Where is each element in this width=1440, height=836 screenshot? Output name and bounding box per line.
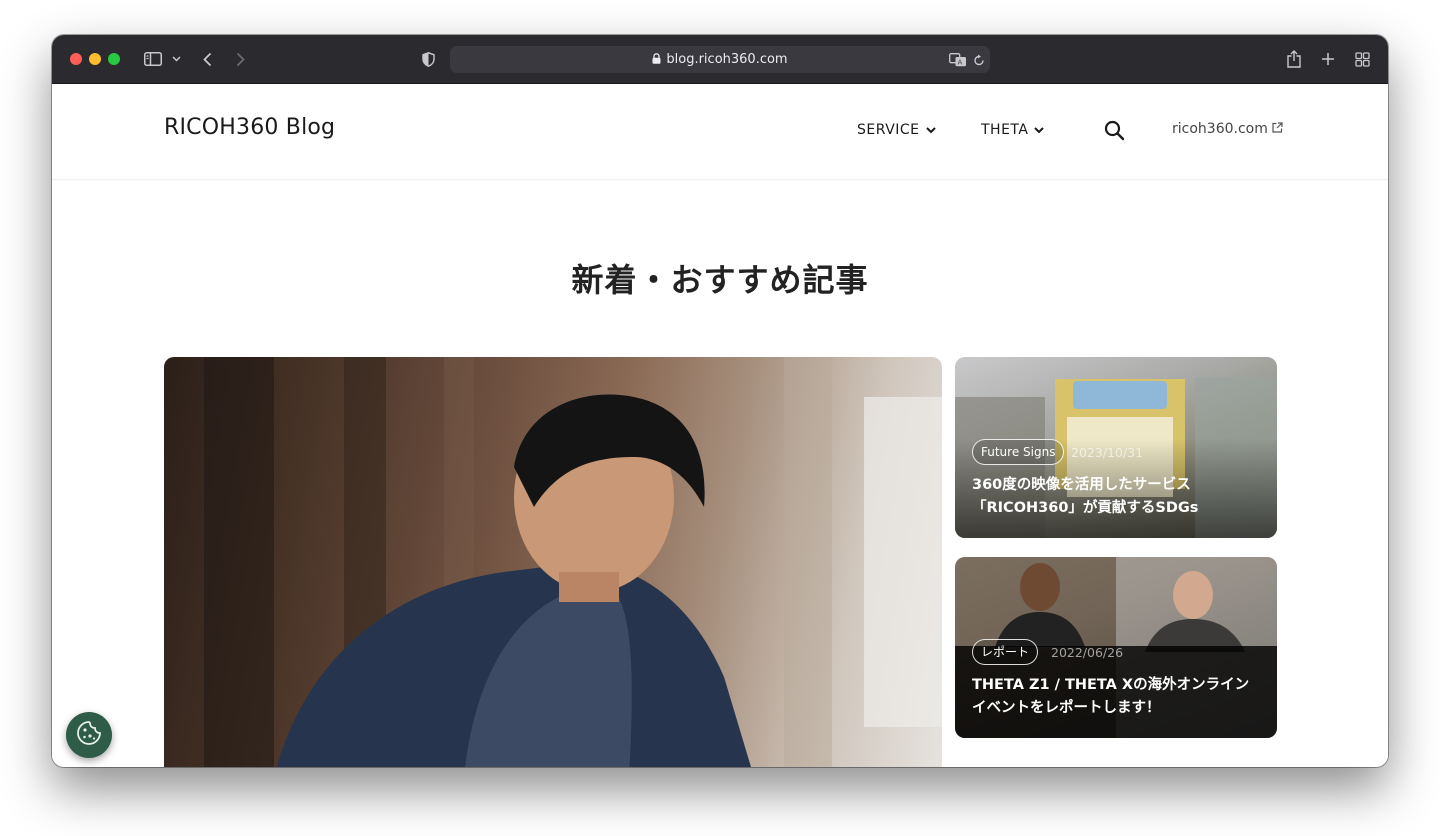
article-card[interactable]: Future Signs 2023/10/31 360度の映像を活用したサービス… xyxy=(955,357,1277,538)
nav-theta-label: THETA xyxy=(981,122,1029,138)
site-logo[interactable]: RICOH360 Blog xyxy=(164,115,335,140)
external-link-icon xyxy=(1272,121,1283,137)
featured-article-image[interactable] xyxy=(164,357,942,767)
main-content: 新着・おすすめ記事 Future Signs 2023/10/31 360度の映… xyxy=(52,181,1388,767)
sidebar-toggle-icon[interactable] xyxy=(142,48,164,70)
search-icon[interactable] xyxy=(1104,120,1125,146)
article-date: 2023/10/31 xyxy=(1071,445,1144,460)
url-text: blog.ricoh360.com xyxy=(666,52,788,67)
category-tag[interactable]: レポート xyxy=(972,639,1039,665)
article-title[interactable]: THETA Z1 / THETA Xの海外オンラインイベントをレポートします！ xyxy=(972,674,1262,720)
new-tab-plus-icon[interactable] xyxy=(1319,48,1337,70)
article-title[interactable]: 360度の映像を活用したサービス「RICOH360」が貢献するSDGs xyxy=(972,474,1262,520)
nav-service[interactable]: SERVICE xyxy=(857,122,936,138)
cookie-settings-button[interactable] xyxy=(66,712,112,758)
section-title: 新着・おすすめ記事 xyxy=(571,261,869,299)
category-tag[interactable]: Future Signs xyxy=(972,439,1065,465)
zoom-window-button[interactable] xyxy=(108,53,120,65)
article-card[interactable]: レポート 2022/06/26 THETA Z1 / THETA Xの海外オンラ… xyxy=(955,557,1277,738)
browser-window: blog.ricoh360.com A RICOH360 Blog SERVIC… xyxy=(52,35,1388,767)
back-arrow-icon[interactable] xyxy=(199,48,215,70)
close-window-button[interactable] xyxy=(70,53,82,65)
nav-service-label: SERVICE xyxy=(857,122,920,138)
address-bar[interactable]: blog.ricoh360.com A xyxy=(450,46,990,73)
svg-text:A: A xyxy=(958,59,963,67)
nav-theta[interactable]: THETA xyxy=(981,122,1045,138)
external-site-link[interactable]: ricoh360.com xyxy=(1172,121,1283,137)
lock-icon xyxy=(652,53,661,68)
share-icon[interactable] xyxy=(1284,48,1304,70)
external-link-label: ricoh360.com xyxy=(1172,121,1268,137)
tab-overview-icon[interactable] xyxy=(1352,48,1372,70)
privacy-shield-icon[interactable] xyxy=(418,48,438,70)
minimize-window-button[interactable] xyxy=(89,53,101,65)
site-header: RICOH360 Blog SERVICE THETA ricoh360.com xyxy=(52,84,1388,180)
chevron-down-icon[interactable] xyxy=(169,48,183,70)
browser-toolbar: blog.ricoh360.com A xyxy=(52,35,1388,84)
forward-arrow-icon[interactable] xyxy=(232,48,248,70)
chevron-down-icon xyxy=(1034,122,1045,138)
chevron-down-icon xyxy=(925,122,936,138)
reload-icon[interactable] xyxy=(971,49,987,71)
featured-photo xyxy=(204,357,942,767)
cookie-icon xyxy=(75,719,103,752)
translate-icon[interactable]: A xyxy=(948,49,968,71)
article-date: 2022/06/26 xyxy=(1051,645,1124,660)
